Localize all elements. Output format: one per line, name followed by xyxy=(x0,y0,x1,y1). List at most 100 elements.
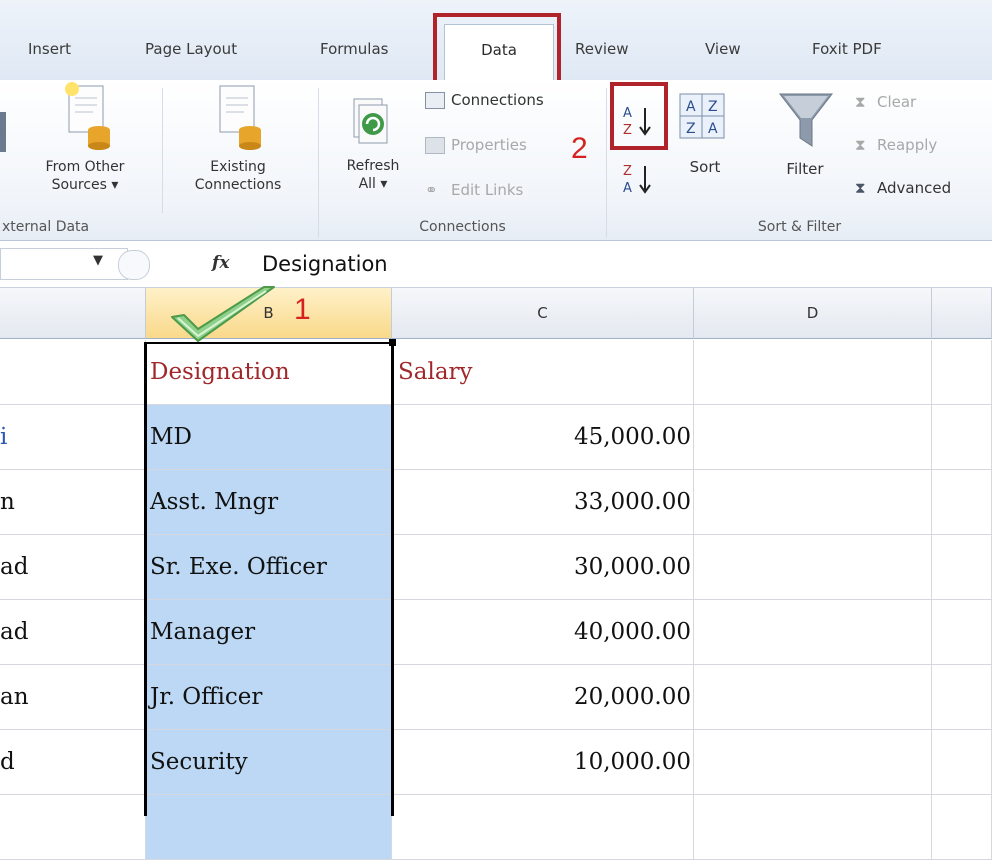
tab-insert[interactable]: Insert xyxy=(28,34,71,64)
cell-c5[interactable]: 40,000.00 xyxy=(392,600,694,665)
cell-c7[interactable]: 10,000.00 xyxy=(392,730,694,795)
reapply-filter-button[interactable]: ⧗ Reapply xyxy=(855,135,992,159)
refresh-label-2: All ▾ xyxy=(358,176,388,192)
sort-dialog-icon: A Z Z A xyxy=(679,93,725,139)
name-box-dropdown-icon[interactable]: ▼ xyxy=(93,253,103,268)
refresh-label-1: Refresh xyxy=(346,158,400,174)
tab-view[interactable]: View xyxy=(705,34,741,64)
fill-handle[interactable] xyxy=(389,339,396,346)
cell-d1[interactable] xyxy=(694,340,932,405)
cell-a4[interactable]: ad xyxy=(0,535,146,600)
tab-formulas[interactable]: Formulas xyxy=(320,34,388,64)
from-other-sources-icon xyxy=(65,82,110,150)
svg-text:A: A xyxy=(623,181,632,196)
cell-a3[interactable]: n xyxy=(0,470,146,535)
from-other-sources-label-1: From Other xyxy=(45,159,125,175)
group-label-connections: Connections xyxy=(419,219,506,235)
cell-a2[interactable]: i xyxy=(0,405,146,470)
cell-d5[interactable] xyxy=(694,600,932,665)
cell-e5[interactable] xyxy=(932,600,992,665)
cell-e2[interactable] xyxy=(932,405,992,470)
step-1-marker: 1 xyxy=(294,293,311,326)
column-header-e[interactable] xyxy=(932,288,992,339)
cell-d3[interactable] xyxy=(694,470,932,535)
sort-z-to-a-icon: Z A xyxy=(623,164,651,196)
cell-a7[interactable]: d xyxy=(0,730,146,795)
cell-c2[interactable]: 45,000.00 xyxy=(392,405,694,470)
edit-links-button[interactable]: ⚭ Edit Links xyxy=(425,180,590,204)
column-b-selection-border xyxy=(144,342,394,816)
from-other-sources-button[interactable]: From Other Sources ▾ xyxy=(15,82,155,212)
formula-divider-handle xyxy=(118,250,150,280)
cell-c4[interactable]: 30,000.00 xyxy=(392,535,694,600)
column-header-c[interactable]: C xyxy=(392,288,694,339)
svg-text:A: A xyxy=(686,99,696,115)
cell-e7[interactable] xyxy=(932,730,992,795)
cell-c8[interactable] xyxy=(392,795,694,860)
cell-c1[interactable]: Salary xyxy=(392,340,694,405)
connections-icon xyxy=(425,92,445,109)
sort-a-to-z-highlight xyxy=(610,82,668,150)
column-header-a[interactable] xyxy=(0,288,146,339)
existing-connections-button[interactable]: Existing Connections xyxy=(168,82,308,212)
sort-z-to-a-button[interactable]: Z A xyxy=(615,158,659,202)
checkmark-icon xyxy=(171,286,275,342)
sort-label: Sort xyxy=(689,158,721,176)
refresh-icon xyxy=(353,98,388,144)
column-header-d[interactable]: D xyxy=(694,288,932,339)
svg-text:Z: Z xyxy=(623,164,632,179)
tab-foxit-pdf[interactable]: Foxit PDF xyxy=(812,34,882,64)
refresh-all-button[interactable]: Refresh All ▾ xyxy=(328,95,418,210)
clear-label: Clear xyxy=(877,93,917,111)
formula-input[interactable]: Designation xyxy=(262,248,990,280)
tab-review[interactable]: Review xyxy=(575,34,629,64)
existing-connections-label-2: Connections xyxy=(194,177,282,193)
cell-a5[interactable]: ad xyxy=(0,600,146,665)
properties-icon xyxy=(425,137,445,154)
cell-e3[interactable] xyxy=(932,470,992,535)
cell-c3[interactable]: 33,000.00 xyxy=(392,470,694,535)
group-label-sort-filter: Sort & Filter xyxy=(757,219,842,235)
connections-label: Connections xyxy=(451,91,544,109)
cell-c6[interactable]: 20,000.00 xyxy=(392,665,694,730)
connections-button[interactable]: Connections xyxy=(425,90,590,114)
cell-a6[interactable]: an xyxy=(0,665,146,730)
cell-d7[interactable] xyxy=(694,730,932,795)
sort-button[interactable]: A Z Z A Sort xyxy=(670,90,740,200)
filter-label: Filter xyxy=(786,160,824,178)
step-2-marker: 2 xyxy=(571,132,588,165)
ribbon-separator xyxy=(162,88,163,213)
group-label-external-data: xternal Data xyxy=(2,219,90,235)
cell-e4[interactable] xyxy=(932,535,992,600)
name-box[interactable]: ▼ xyxy=(0,248,128,280)
cell-a1[interactable] xyxy=(0,340,146,405)
cell-d2[interactable] xyxy=(694,405,932,470)
cell-d8[interactable] xyxy=(694,795,932,860)
properties-label: Properties xyxy=(451,136,527,154)
tab-page-layout[interactable]: Page Layout xyxy=(145,34,237,64)
svg-text:A: A xyxy=(708,121,718,137)
cell-a8[interactable] xyxy=(0,795,146,860)
data-tab-highlight xyxy=(433,13,561,85)
properties-button[interactable]: Properties xyxy=(425,135,590,159)
edit-links-label: Edit Links xyxy=(451,181,524,199)
advanced-label: Advanced xyxy=(877,179,952,197)
from-other-sources-label-2: Sources ▾ xyxy=(51,177,119,193)
cell-d4[interactable] xyxy=(694,535,932,600)
cell-e6[interactable] xyxy=(932,665,992,730)
cell-e8[interactable] xyxy=(932,795,992,860)
ribbon-separator xyxy=(318,88,319,238)
filter-button[interactable]: Filter xyxy=(770,90,840,200)
existing-connections-icon xyxy=(219,85,261,150)
cell-d6[interactable] xyxy=(694,665,932,730)
reapply-label: Reapply xyxy=(877,136,938,154)
clear-filter-button[interactable]: ⧗ Clear xyxy=(855,92,992,116)
advanced-filter-button[interactable]: ⧗ Advanced xyxy=(855,178,992,202)
edit-links-icon: ⚭ xyxy=(425,181,438,199)
existing-connections-label-1: Existing xyxy=(210,159,266,175)
insert-function-button[interactable]: fx xyxy=(212,248,256,280)
svg-text:Z: Z xyxy=(708,99,718,115)
svg-text:Z: Z xyxy=(686,121,696,137)
cell-e1[interactable] xyxy=(932,340,992,405)
reapply-icon: ⧗ xyxy=(855,136,866,154)
